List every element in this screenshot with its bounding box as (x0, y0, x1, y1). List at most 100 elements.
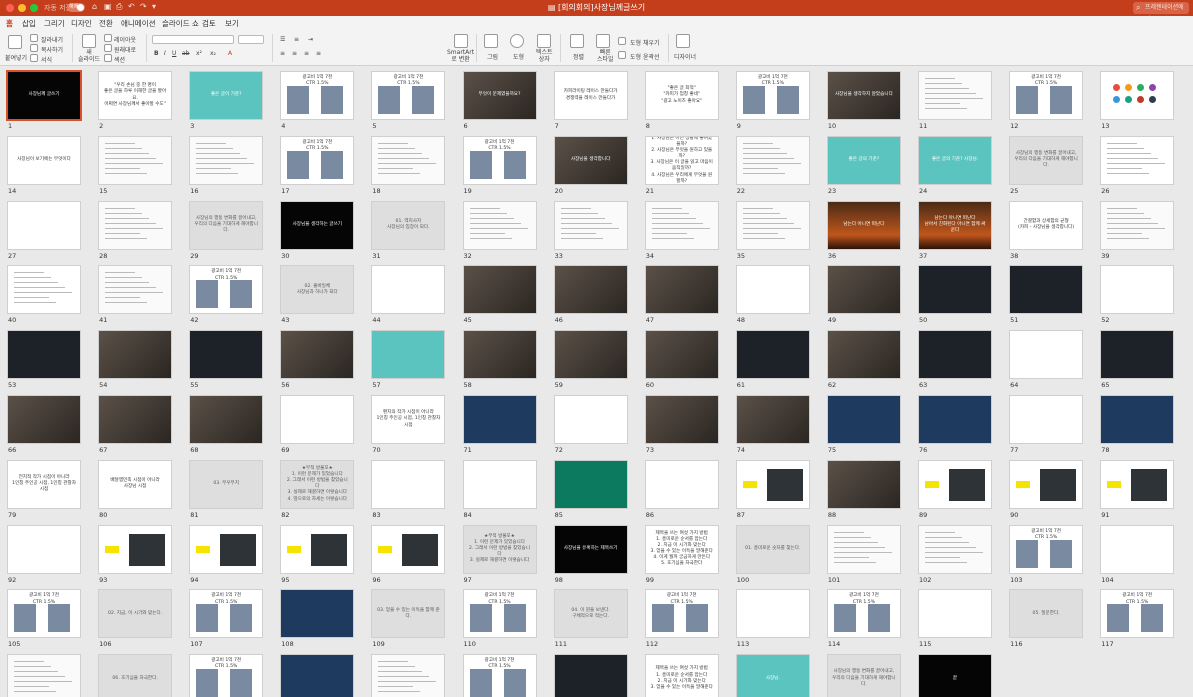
slide-thumbnail[interactable]: 남는다 아니면 떠난다 남아서 친화된다 아니면 함께 싸운다 (919, 201, 991, 249)
slide-thumbnail[interactable] (99, 525, 172, 573)
slide-thumbnail[interactable] (827, 266, 900, 314)
slide-thumbnail[interactable] (1101, 331, 1174, 379)
subscript-icon[interactable]: x₂ (210, 50, 216, 57)
slide-thumbnail[interactable]: 06. 호기심을 자극한다. (99, 655, 172, 697)
slide-thumbnail[interactable]: 카피라이팅 레이스 만들다가 경쟁력을 레이스 만들다가 (554, 72, 627, 119)
slide-thumbnail[interactable]: 02. 지금, 이 시기와 맞는다. (99, 590, 172, 638)
slide-thumbnail[interactable]: 05. 질문한다. (1010, 590, 1083, 638)
slide-thumbnail[interactable] (8, 331, 80, 379)
slide-thumbnail[interactable]: 남는다 아니면 떠난다 (827, 201, 900, 249)
slide-thumbnail[interactable]: 광고비 1억 7천 CTR 1.5% (372, 72, 445, 119)
italic-icon[interactable]: I (164, 50, 166, 57)
slide-thumbnail[interactable] (919, 72, 991, 119)
slide-thumbnail[interactable]: 광고비 1억 7천 CTR 1.5% (281, 136, 354, 184)
slide-thumbnail[interactable]: 광고비 1억 7천 CTR 1.5% (1101, 590, 1174, 638)
slide-thumbnail[interactable] (8, 266, 80, 314)
slide-thumbnail[interactable] (1010, 331, 1083, 379)
indent-icon[interactable]: ⇥ (308, 36, 313, 43)
slide-thumbnail[interactable] (372, 460, 445, 508)
slide-thumbnail[interactable] (463, 201, 536, 249)
slide-thumbnail[interactable] (99, 136, 172, 184)
shape-outline-button[interactable]: 도형 윤곽선 (630, 52, 660, 61)
slide-thumbnail[interactable] (736, 460, 809, 508)
slide-thumbnail[interactable] (99, 396, 172, 443)
slide-thumbnail[interactable] (645, 396, 718, 443)
slide-thumbnail[interactable]: 사장님을 생각하는 글쓰기 (281, 201, 354, 249)
reset-icon[interactable] (104, 44, 112, 52)
shape-icon[interactable] (510, 34, 524, 48)
slide-thumbnail[interactable] (190, 331, 263, 379)
slide-thumbnail[interactable] (919, 331, 991, 379)
slide-thumbnail[interactable] (736, 266, 809, 314)
slide-thumbnail[interactable] (1101, 201, 1174, 249)
section-button[interactable]: 섹션 (114, 55, 125, 64)
tab-transitions[interactable]: 전환 (99, 18, 113, 29)
new-slide-icon[interactable] (82, 34, 96, 48)
slide-thumbnail[interactable]: ★무적 방울모★ 1. 이런 문제가 있었습니다 2. 그래서 이런 방법을 찾… (463, 525, 536, 573)
slide-thumbnail[interactable] (1101, 266, 1174, 314)
slide-thumbnail[interactable]: 광고비 1억 7천 CTR 1.5% (190, 266, 263, 314)
align-center-icon[interactable]: ≡ (292, 50, 297, 57)
copy-icon[interactable] (30, 44, 38, 52)
slide-thumbnail[interactable]: 광고비 1억 7천 CTR 1.5% (8, 590, 80, 638)
slide-thumbnail[interactable] (827, 525, 900, 573)
slide-thumbnail[interactable] (645, 201, 718, 249)
slide-thumbnail[interactable] (8, 396, 80, 443)
slide-thumbnail[interactable] (1101, 525, 1174, 573)
quick-styles-button[interactable]: 빠른 스타일 (597, 49, 614, 63)
slide-thumbnail[interactable]: 제목을 쓰는 여섯 가지 방법 1. 흥미로운 순서를 잡는다 2. 지금 이 … (645, 655, 718, 697)
slide-thumbnail[interactable]: 광고비 1억 7천 CTR 1.5% (281, 72, 354, 119)
font-family-select[interactable] (152, 35, 234, 44)
slide-thumbnail[interactable]: 사장님을 생각합니다 (554, 136, 627, 184)
slide-thumbnail[interactable] (1101, 460, 1174, 508)
layout-icon[interactable] (104, 34, 112, 42)
slide-thumbnail[interactable] (554, 460, 627, 508)
slide-thumbnail[interactable] (463, 460, 536, 508)
slide-thumbnail[interactable] (1010, 396, 1083, 443)
slide-thumbnail[interactable]: 02. 몰바일체 사장님과 하나가 되다 (281, 266, 354, 314)
shape-outline-icon[interactable] (618, 51, 626, 59)
textbox-icon[interactable] (537, 34, 551, 48)
slide-thumbnail[interactable] (190, 525, 263, 573)
slide-thumbnail[interactable] (8, 655, 80, 697)
slide-thumbnail[interactable] (190, 136, 263, 184)
slide-thumbnail[interactable] (372, 331, 445, 379)
paste-button[interactable]: 붙여넣기 (5, 53, 27, 62)
slide-thumbnail[interactable]: 사장님의 행동 변화를 끌어내고, 우리의 다음을 기대하게 해야합니다. (827, 655, 900, 697)
paste-icon[interactable] (8, 35, 22, 49)
slide-thumbnail[interactable]: 04. 이 뭔을 보낸다. 구체적으로 적는다. (554, 590, 627, 638)
slide-thumbnail[interactable]: 끝 (919, 655, 991, 697)
slide-thumbnail[interactable]: 사장님을 생각하지 않았습니다 (827, 72, 900, 119)
slide-thumbnail[interactable] (1010, 266, 1083, 314)
designer-button[interactable]: 디자이너 (674, 52, 696, 61)
picture-button[interactable]: 그림 (487, 52, 498, 61)
slide-thumbnail[interactable]: 좋은 글의 기준? (827, 136, 900, 184)
slide-thumbnail[interactable] (190, 396, 263, 443)
numbering-icon[interactable]: ≡ (294, 36, 299, 43)
slide-thumbnail[interactable]: 간결함과 상세함의 균형 (카피 - 사장님을 생각합니다) (1010, 201, 1083, 249)
new-slide-button[interactable]: 새 슬라이드 (78, 49, 100, 63)
tab-review[interactable]: 검토 (202, 18, 216, 29)
reset-button[interactable]: 원래대로 (114, 45, 136, 54)
slide-thumbnail[interactable]: 광고비 1억 7천 CTR 1.5% (190, 655, 263, 697)
slide-thumbnail[interactable]: 사장님을 유혹하는 제목쓰기 (554, 525, 627, 573)
slide-thumbnail[interactable]: 01. 흥미로운 숫자를 찾는다. (736, 525, 809, 573)
textbox-button[interactable]: 텍스트 상자 (536, 49, 553, 63)
slide-thumbnail[interactable] (372, 525, 445, 573)
slide-thumbnail[interactable]: 배달앱민족 시점이 아니라 사장님 시점 (99, 460, 172, 508)
slide-thumbnail[interactable]: 광고비 1억 7천 CTR 1.5% (463, 590, 536, 638)
slide-thumbnail[interactable] (736, 136, 809, 184)
slide-thumbnail[interactable]: 광고비 1억 7천 CTR 1.5% (827, 590, 900, 638)
arrange-button[interactable]: 정렬 (573, 52, 584, 61)
slide-thumbnail[interactable] (919, 396, 991, 443)
slide-thumbnail[interactable]: 좋은 글이 기준? (190, 72, 263, 119)
slide-thumbnail[interactable]: "좋은 글 최적" "카피가 엄청 좋네" "광고 노이즈 좋아요" (645, 72, 718, 119)
slide-thumbnail[interactable] (919, 590, 991, 638)
slide-thumbnail[interactable] (736, 201, 809, 249)
slide-thumbnail[interactable] (8, 525, 80, 573)
slide-thumbnail[interactable] (281, 396, 354, 443)
tab-slideshow[interactable]: 슬라이드 쇼 (162, 18, 199, 29)
slide-thumbnail[interactable]: 사장님이 보기에는 무엇이다 (8, 136, 80, 184)
slide-thumbnail[interactable]: 03. 무우무치 (190, 460, 263, 508)
bullets-icon[interactable]: ☰ (280, 36, 285, 43)
